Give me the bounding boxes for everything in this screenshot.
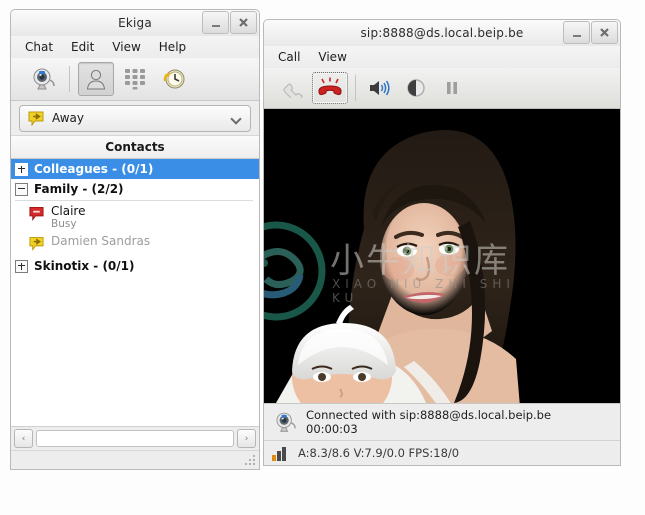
call-history-button[interactable] xyxy=(156,62,192,96)
close-icon xyxy=(600,28,609,37)
minimize-icon xyxy=(573,35,581,37)
remote-video-frame xyxy=(264,109,620,403)
toolbar-separator xyxy=(69,66,70,92)
call-menubar: Call View xyxy=(263,46,621,68)
menu-view[interactable]: View xyxy=(104,38,148,56)
hold-call-icon xyxy=(442,79,462,97)
webcam-icon xyxy=(274,410,296,434)
resize-grip[interactable] xyxy=(245,455,257,467)
away-status-icon xyxy=(28,111,44,126)
contact-text-block: Damien Sandras xyxy=(51,234,150,248)
toolbar-separator xyxy=(355,75,356,101)
video-settings-icon xyxy=(405,78,427,98)
close-icon xyxy=(239,18,248,27)
ekiga-main-window: Ekiga Chat Edit View Help xyxy=(10,9,260,470)
expand-icon[interactable] xyxy=(15,163,28,176)
scroll-left-button[interactable]: ‹ xyxy=(14,429,33,448)
contact-row-damien-sandras[interactable]: Damien Sandras xyxy=(11,232,259,254)
ekiga-titlebar[interactable]: Ekiga xyxy=(10,9,260,36)
menu-help[interactable]: Help xyxy=(151,38,194,56)
scroll-right-button[interactable]: › xyxy=(237,429,256,448)
call-titlebar[interactable]: sip:8888@ds.local.beip.be xyxy=(263,19,621,46)
menu-chat[interactable]: Chat xyxy=(17,38,61,56)
call-status-bar: Connected with sip:8888@ds.local.beip.be… xyxy=(264,403,620,440)
presence-status-value: Away xyxy=(52,111,231,125)
dialpad-button[interactable] xyxy=(117,62,153,96)
minimize-button[interactable] xyxy=(202,11,229,34)
call-duration: 00:00:03 xyxy=(306,422,551,436)
contact-row-claire[interactable]: Claire Busy xyxy=(11,202,259,232)
audio-settings-button[interactable] xyxy=(363,73,397,103)
expand-icon[interactable] xyxy=(15,260,28,273)
call-window-controls xyxy=(562,21,618,43)
call-status-text-block: Connected with sip:8888@ds.local.beip.be… xyxy=(306,408,551,436)
group-label: Colleagues - (0/1) xyxy=(34,162,153,176)
ekiga-window-title: Ekiga xyxy=(118,16,152,30)
dialpad-icon xyxy=(123,68,147,90)
contact-name: Damien Sandras xyxy=(51,234,150,248)
contacts-header: Contacts xyxy=(11,135,259,159)
call-window-body: 小牛知识库 XIAO NIU ZHI SHI KU Connected with… xyxy=(263,68,621,466)
ekiga-statusbar xyxy=(11,450,259,469)
menu-edit[interactable]: Edit xyxy=(63,38,102,56)
call-history-icon xyxy=(162,67,186,91)
pick-up-call-icon xyxy=(281,78,305,98)
contact-presence: Busy xyxy=(51,218,85,230)
ekiga-toolbar xyxy=(11,58,259,101)
desktop-background: Ekiga Chat Edit View Help xyxy=(0,0,645,515)
menu-call[interactable]: Call xyxy=(270,48,308,66)
contact-group-colleagues[interactable]: Colleagues - (0/1) xyxy=(11,159,259,179)
call-toolbar xyxy=(264,68,620,109)
scrollbar-trough[interactable] xyxy=(36,430,234,447)
minimize-icon xyxy=(212,25,220,27)
remote-video-display[interactable]: 小牛知识库 XIAO NIU ZHI SHI KU xyxy=(264,109,620,403)
close-button[interactable] xyxy=(591,21,618,44)
contacts-list[interactable]: Colleagues - (0/1) Family - (2/2) Claire… xyxy=(11,159,259,426)
audio-settings-icon xyxy=(368,78,392,98)
video-preview-button[interactable] xyxy=(25,62,61,96)
ekiga-window-controls xyxy=(201,11,257,33)
call-stats-text: A:8.3/8.6 V:7.9/0.0 FPS:18/0 xyxy=(298,446,459,460)
hang-up-call-icon xyxy=(317,77,343,99)
pick-up-call-button[interactable] xyxy=(276,73,310,103)
video-preview-icon xyxy=(30,67,56,91)
video-settings-button[interactable] xyxy=(399,73,433,103)
collapse-icon[interactable] xyxy=(15,183,28,196)
busy-status-icon xyxy=(29,206,44,221)
list-divider xyxy=(15,200,253,201)
contacts-icon xyxy=(84,67,108,91)
contacts-horizontal-scrollbar[interactable]: ‹ › xyxy=(11,426,259,450)
ekiga-window-body: Away Contacts Colleagues - (0/1) Family … xyxy=(10,58,260,470)
contact-group-skinotix[interactable]: Skinotix - (0/1) xyxy=(11,256,259,276)
close-button[interactable] xyxy=(230,11,257,34)
call-status-line1: Connected with sip:8888@ds.local.beip.be xyxy=(306,408,551,422)
away-status-icon xyxy=(29,236,44,251)
call-stats-bar[interactable]: A:8.3/8.6 V:7.9/0.0 FPS:18/0 xyxy=(264,440,620,465)
signal-bars-icon xyxy=(272,446,289,461)
presence-status-row: Away xyxy=(11,101,259,135)
hang-up-call-button[interactable] xyxy=(312,72,348,104)
contact-group-family[interactable]: Family - (2/2) xyxy=(11,179,259,199)
menu-view[interactable]: View xyxy=(310,48,354,66)
contact-name: Claire xyxy=(51,204,85,218)
minimize-button[interactable] xyxy=(563,21,590,44)
call-window: sip:8888@ds.local.beip.be Call View xyxy=(263,19,621,466)
group-label: Skinotix - (0/1) xyxy=(34,259,135,273)
contacts-button[interactable] xyxy=(78,62,114,96)
hold-call-button[interactable] xyxy=(435,73,469,103)
call-window-title: sip:8888@ds.local.beip.be xyxy=(360,26,523,40)
group-label: Family - (2/2) xyxy=(34,182,124,196)
presence-status-dropdown[interactable]: Away xyxy=(19,105,251,132)
chevron-down-icon xyxy=(231,115,242,122)
ekiga-menubar: Chat Edit View Help xyxy=(10,36,260,58)
contact-text-block: Claire Busy xyxy=(51,204,85,230)
